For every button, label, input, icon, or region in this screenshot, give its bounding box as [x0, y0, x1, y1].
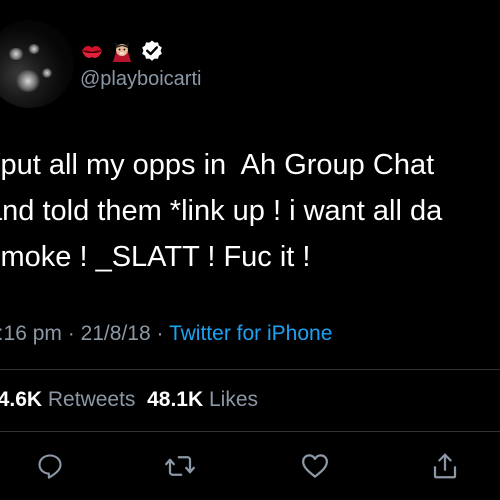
kiss-mark-icon [82, 46, 102, 58]
action-bar [0, 446, 500, 486]
reply-button[interactable] [30, 446, 70, 486]
share-icon [433, 453, 457, 479]
display-name[interactable] [80, 36, 164, 66]
tweet-source-link[interactable]: Twitter for iPhone [169, 322, 332, 345]
tweet-text-line: smoke ! _SLATT ! Fuc it ! [0, 241, 311, 273]
engagement-stats: 14.6K Retweets 48.1K Likes [0, 388, 258, 412]
vampire-icon [113, 42, 131, 62]
divider [0, 431, 500, 432]
reply-icon [38, 454, 62, 479]
retweet-button[interactable] [160, 446, 200, 486]
retweet-icon [165, 456, 195, 476]
likes-label: Likes [209, 388, 259, 411]
heart-icon [302, 454, 328, 478]
avatar[interactable] [0, 20, 74, 108]
likes-count: 48.1K [147, 388, 204, 411]
tweet-time: 7:16 pm [0, 322, 62, 345]
tweet-metadata: 7:16 pm · 21/8/18 · Twitter for iPhone [0, 322, 332, 346]
user-handle[interactable]: @playboicarti [80, 68, 201, 91]
tweet-text: i put all my opps in Ah Group Chat and to… [0, 142, 500, 280]
likes-stat[interactable]: 48.1K Likes [147, 388, 258, 411]
meta-separator: · [156, 322, 164, 345]
retweets-count: 14.6K [0, 388, 43, 411]
tweet-text-line: and told them *link up ! i want all da [0, 195, 443, 227]
meta-separator: · [67, 322, 75, 345]
like-button[interactable] [295, 446, 335, 486]
share-button[interactable] [425, 446, 465, 486]
divider [0, 369, 500, 370]
retweets-stat[interactable]: 14.6K Retweets [0, 388, 135, 411]
tweet-date: 21/8/18 [80, 322, 151, 345]
verified-badge-icon [142, 40, 162, 61]
tweet-text-line: i put all my opps in Ah Group Chat [0, 149, 435, 181]
retweets-label: Retweets [47, 388, 136, 411]
